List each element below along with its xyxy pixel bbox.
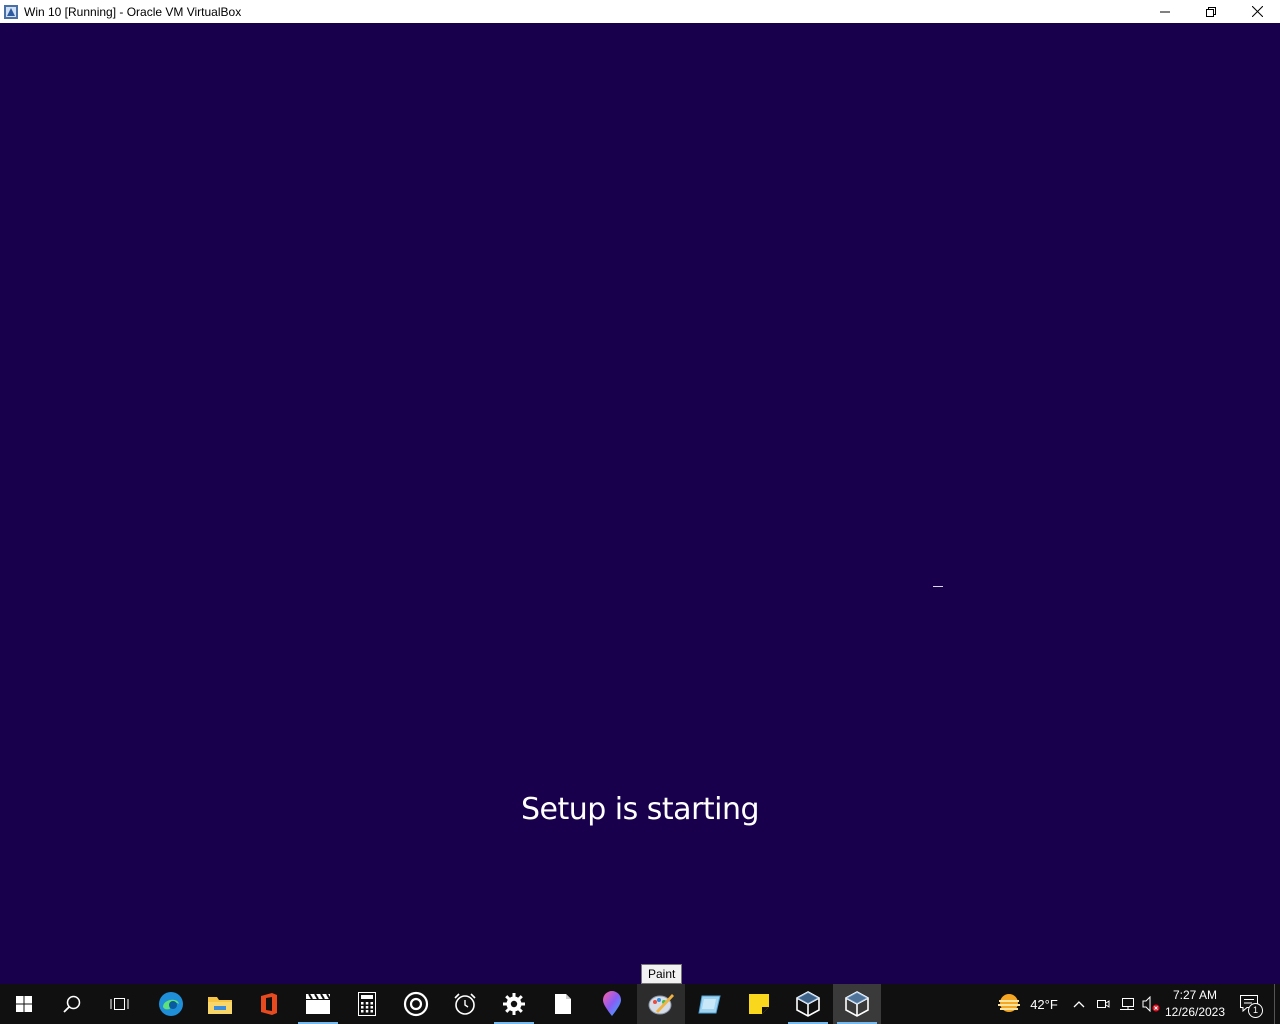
network-button[interactable] [1115, 984, 1139, 1024]
task-view-icon [110, 998, 129, 1010]
document-icon [555, 994, 571, 1014]
clapperboard-icon [306, 993, 331, 1014]
taskbar: 42°F 7:27 AM 12/26/2023 1 [0, 984, 1280, 1024]
snip-icon [698, 995, 721, 1014]
volume-button[interactable] [1140, 984, 1162, 1024]
notification-count: 1 [1248, 1003, 1263, 1018]
start-button[interactable] [0, 984, 48, 1024]
target-icon [403, 991, 429, 1017]
taskbar-app-virtualbox-vm[interactable] [833, 984, 881, 1024]
cube-icon [796, 991, 820, 1017]
taskbar-app-video-editor[interactable] [294, 984, 342, 1024]
network-icon [1120, 998, 1134, 1010]
close-icon [1251, 6, 1263, 17]
cube-icon [845, 991, 869, 1017]
alarm-clock-icon [454, 993, 476, 1015]
window-titlebar[interactable]: Win 10 [Running] - Oracle VM VirtualBox [0, 0, 1280, 23]
close-button[interactable] [1234, 0, 1280, 23]
action-center-button[interactable]: 1 [1232, 984, 1266, 1024]
taskbar-app-file-explorer[interactable] [196, 984, 244, 1024]
taskbar-app-alarms[interactable] [441, 984, 489, 1024]
clock-time: 7:27 AM [1172, 988, 1218, 1002]
virtualbox-app-icon [3, 4, 19, 20]
taskbar-app-notepad[interactable] [539, 984, 587, 1024]
meet-now-icon [1097, 1000, 1110, 1008]
taskbar-app-snipping-tool[interactable] [686, 984, 734, 1024]
windows-logo-icon [16, 996, 32, 1012]
chevron-up-icon [1073, 1001, 1085, 1008]
text-cursor [933, 586, 943, 587]
taskbar-app-sticky-notes[interactable] [735, 984, 783, 1024]
paint-tooltip: Paint [641, 964, 683, 984]
taskbar-app-calculator[interactable] [343, 984, 391, 1024]
map-pin-icon [603, 991, 621, 1016]
taskbar-app-office[interactable] [245, 984, 293, 1024]
search-button[interactable] [48, 984, 96, 1024]
vm-display[interactable] [0, 23, 1280, 984]
taskbar-app-groove[interactable] [392, 984, 440, 1024]
meet-now-button[interactable] [1092, 984, 1114, 1024]
taskbar-app-maps[interactable] [588, 984, 636, 1024]
folder-icon [208, 997, 232, 1014]
calculator-icon [358, 992, 376, 1016]
edge-icon [159, 992, 183, 1016]
search-icon [63, 995, 81, 1013]
sticky-note-icon [749, 994, 769, 1014]
window-title: Win 10 [Running] - Oracle VM VirtualBox [24, 4, 242, 19]
task-view-button[interactable] [96, 984, 144, 1024]
taskbar-app-paint[interactable] [637, 984, 685, 1024]
setup-status-text: Setup is starting [520, 792, 760, 827]
show-hidden-icons-button[interactable] [1068, 984, 1090, 1024]
taskbar-app-edge[interactable] [147, 984, 195, 1024]
paint-palette-icon [648, 994, 674, 1015]
taskbar-app-settings[interactable] [490, 984, 538, 1024]
show-desktop-button[interactable] [1274, 984, 1280, 1024]
restore-button[interactable] [1188, 0, 1234, 23]
taskbar-app-virtualbox[interactable] [784, 984, 832, 1024]
minimize-icon [1160, 11, 1170, 12]
weather-widget[interactable]: 42°F [992, 984, 1062, 1024]
restore-icon [1206, 6, 1216, 17]
gear-icon [503, 993, 525, 1015]
minimize-button[interactable] [1142, 0, 1188, 23]
taskbar-clock[interactable]: 7:27 AM 12/26/2023 [1162, 984, 1228, 1024]
clock-date: 12/26/2023 [1164, 1005, 1226, 1019]
sun-haze-icon [998, 994, 1021, 1012]
office-icon [261, 993, 277, 1015]
weather-temperature: 42°F [1030, 996, 1058, 1012]
volume-muted-icon [1142, 996, 1160, 1012]
